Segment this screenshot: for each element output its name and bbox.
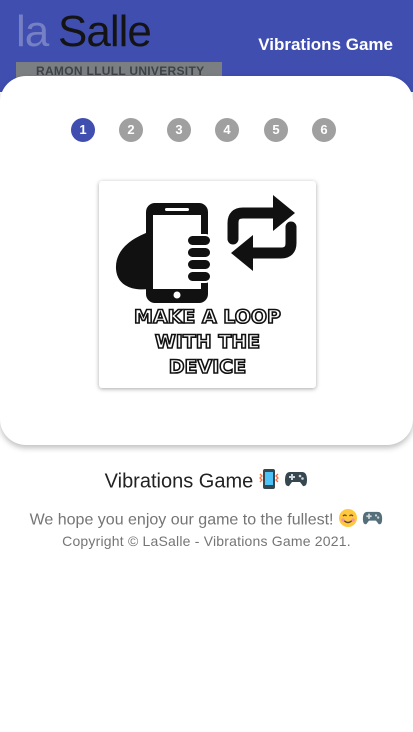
instruction-line-2: WITH THE xyxy=(154,330,261,354)
step-6[interactable]: 6 xyxy=(312,118,336,142)
step-2[interactable]: 2 xyxy=(119,118,143,142)
footer-title: Vibrations Game xyxy=(0,468,413,496)
footer-message: We hope you enjoy our game to the fulles… xyxy=(0,508,413,533)
vibrating-phone-icon xyxy=(258,468,279,496)
gamepad-icon xyxy=(284,470,308,494)
step-1[interactable]: 1 xyxy=(71,118,95,142)
footer-message-text: We hope you enjoy our game to the fulles… xyxy=(29,511,334,529)
logo-salle-text: Salle xyxy=(58,7,152,56)
logo-la-text: la xyxy=(16,7,49,56)
instruction-line-1: MAKE A LOOP xyxy=(133,305,282,329)
instruction-image: MAKE A LOOP WITH THE DEVICE xyxy=(99,181,316,388)
hand-holding-phone-icon xyxy=(115,203,212,303)
step-3[interactable]: 3 xyxy=(167,118,191,142)
loop-arrows-icon xyxy=(227,195,297,271)
instruction-text: MAKE A LOOP WITH THE DEVICE xyxy=(99,305,316,380)
instruction-line-3: DEVICE xyxy=(168,355,247,379)
gamepad-icon xyxy=(362,510,383,531)
footer-title-text: Vibrations Game xyxy=(104,470,254,493)
step-5[interactable]: 5 xyxy=(264,118,288,142)
app-title: Vibrations Game xyxy=(258,35,393,54)
step-4[interactable]: 4 xyxy=(215,118,239,142)
lasalle-logo[interactable]: la Salle RAMON LLULL UNIVERSITY xyxy=(16,8,222,81)
smiling-face-icon xyxy=(338,508,358,533)
copyright-text: Copyright © LaSalle - Vibrations Game 20… xyxy=(62,533,351,549)
